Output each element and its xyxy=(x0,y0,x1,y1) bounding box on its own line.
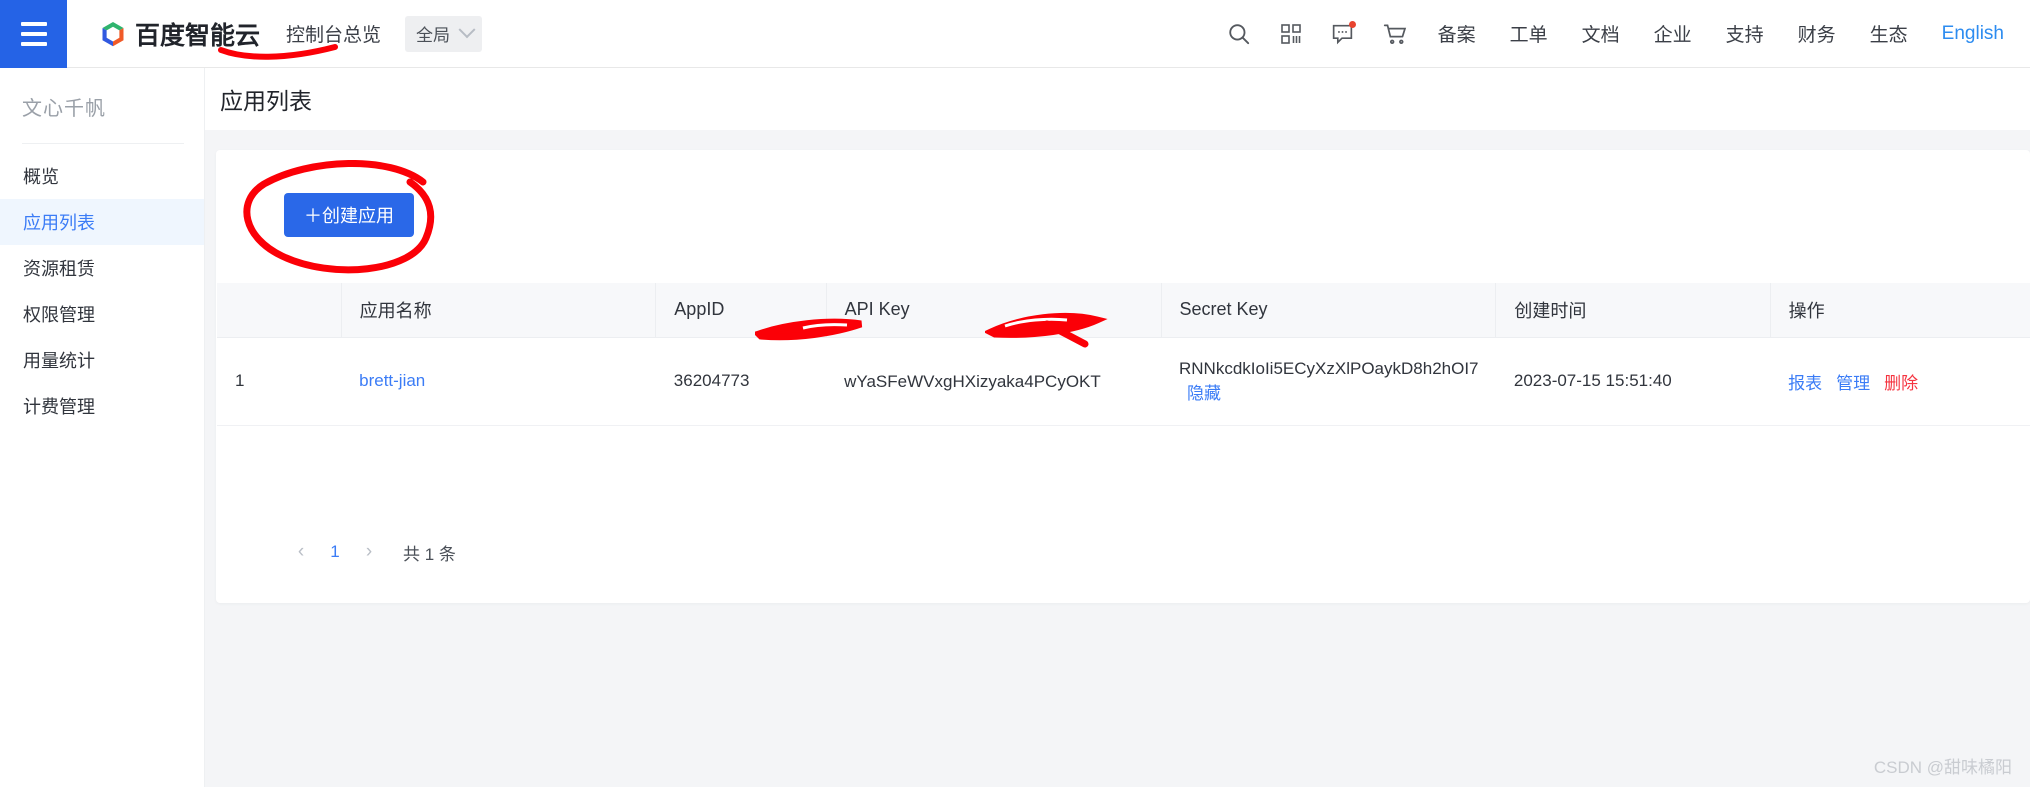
header-link-ecology[interactable]: 生态 xyxy=(1853,20,1925,47)
op-report-link[interactable]: 报表 xyxy=(1788,374,1822,393)
region-select-value: 全局 xyxy=(416,26,451,45)
sidebar-item-app-list[interactable]: 应用列表 xyxy=(0,199,204,245)
th-secret-key: Secret Key xyxy=(1161,283,1497,338)
header-link-finance[interactable]: 财务 xyxy=(1781,20,1853,47)
cell-index: 1 xyxy=(217,337,342,426)
th-appid: AppID xyxy=(655,283,827,338)
app-list-card: ＋创建应用 应用名称 AppID API Key Secret Key 创建时间… xyxy=(216,150,2030,603)
th-created: 创建时间 xyxy=(1495,283,1771,338)
sidebar-item-label: 应用列表 xyxy=(23,213,95,233)
pagination-total-label: 共 1 条 xyxy=(403,544,456,564)
sidebar-item-permission[interactable]: 权限管理 xyxy=(0,291,204,337)
header-actions: 备案 工单 文档 企业 支持 财务 生态 English xyxy=(1213,12,2030,56)
th-app-name: 应用名称 xyxy=(341,283,657,338)
cell-appid: 36204773 xyxy=(655,337,827,426)
hamburger-bar xyxy=(20,31,47,36)
sidebar-item-label: 资源租赁 xyxy=(23,259,95,279)
header-link-gongdan[interactable]: 工单 xyxy=(1493,20,1565,47)
pagination-next-button[interactable]: › xyxy=(352,535,386,569)
hamburger-menu-icon[interactable] xyxy=(0,0,67,68)
table-body: 1 brett-jian 36204773 wYaSFeWVxgHXizyaka… xyxy=(217,337,2030,426)
header-link-docs[interactable]: 文档 xyxy=(1565,20,1637,47)
sidebar-menu: 概览 应用列表 资源租赁 权限管理 用量统计 计费管理 xyxy=(0,153,204,429)
app-table-container: 应用名称 AppID API Key Secret Key 创建时间 操作 1 … xyxy=(217,283,2030,426)
sidebar-item-label: 权限管理 xyxy=(23,305,95,325)
sidebar-divider xyxy=(22,143,184,144)
header-link-support[interactable]: 支持 xyxy=(1709,20,1781,47)
hamburger-bar xyxy=(20,41,47,46)
sidebar-item-label: 概览 xyxy=(23,167,59,187)
op-manage-link[interactable]: 管理 xyxy=(1836,374,1870,393)
search-icon[interactable] xyxy=(1213,12,1265,56)
page-header: 应用列表 xyxy=(205,68,2030,130)
secret-key-hide-link[interactable]: 隐藏 xyxy=(1187,384,1221,403)
message-unread-badge xyxy=(1348,20,1356,28)
sidebar-item-usage-stats[interactable]: 用量统计 xyxy=(0,337,204,383)
cell-created-time: 2023-07-15 15:51:40 xyxy=(1495,337,1771,426)
pagination-page-1[interactable]: 1 xyxy=(318,535,352,569)
header-link-enterprise[interactable]: 企业 xyxy=(1637,20,1709,47)
table-row: 1 brett-jian 36204773 wYaSFeWVxgHXizyaka… xyxy=(217,337,2030,426)
sidebar-item-resource-lease[interactable]: 资源租赁 xyxy=(0,245,204,291)
secret-key-value: RNNkcdkIoIi5ECyXzXlPOaykD8h2hOI7 xyxy=(1179,359,1479,378)
cart-icon[interactable] xyxy=(1369,12,1421,56)
sidebar-title: 文心千帆 xyxy=(22,98,106,120)
app-table: 应用名称 AppID API Key Secret Key 创建时间 操作 1 … xyxy=(217,283,2030,426)
op-delete-link[interactable]: 删除 xyxy=(1884,374,1918,393)
baidu-cloud-logo-icon xyxy=(102,21,124,46)
sidebar-item-billing[interactable]: 计费管理 xyxy=(0,383,204,429)
cell-api-key: wYaSFeWVxgHXizyaka4PCyOKT xyxy=(826,337,1161,426)
sidebar-item-label: 用量统计 xyxy=(23,351,95,371)
main-content: 应用列表 ＋创建应用 应用名称 AppID API Key Secret Key… xyxy=(205,68,2030,787)
top-header: 百度智能云 控制台总览 全局 备案 工单 文档 企业 支持 财务 生态 Engl… xyxy=(0,0,2030,68)
table-header-row: 应用名称 AppID API Key Secret Key 创建时间 操作 xyxy=(217,283,2030,338)
table-header: 应用名称 AppID API Key Secret Key 创建时间 操作 xyxy=(217,283,2030,338)
region-select[interactable]: 全局 xyxy=(405,15,483,52)
th-operation: 操作 xyxy=(1770,283,2030,338)
header-link-beian[interactable]: 备案 xyxy=(1421,20,1493,47)
brand-logo-group[interactable]: 百度智能云 xyxy=(98,16,260,52)
message-icon[interactable] xyxy=(1317,12,1369,56)
sidebar-item-overview[interactable]: 概览 xyxy=(0,153,204,199)
watermark: CSDN @甜味橘阳 xyxy=(1873,758,2012,777)
page-title: 应用列表 xyxy=(220,88,312,114)
pagination-prev-button[interactable]: ‹ xyxy=(284,535,318,569)
th-index xyxy=(217,283,342,338)
app-name-link[interactable]: brett-jian xyxy=(359,371,425,390)
brand-name: 百度智能云 xyxy=(135,21,261,50)
cell-operations: 报表 管理 删除 xyxy=(1770,337,2030,426)
pagination: ‹ 1 › 共 1 条 xyxy=(284,535,456,569)
apps-grid-icon[interactable] xyxy=(1265,12,1317,56)
th-api-key: API Key xyxy=(826,283,1162,338)
console-overview-link[interactable]: 控制台总览 xyxy=(286,20,381,47)
chevron-down-icon xyxy=(458,20,476,38)
cell-app-name: brett-jian xyxy=(341,337,656,426)
sidebar: 文心千帆 概览 应用列表 资源租赁 权限管理 用量统计 计费管理 xyxy=(0,68,205,787)
create-app-button[interactable]: ＋创建应用 xyxy=(284,193,414,237)
cell-secret-key: RNNkcdkIoIi5ECyXzXlPOaykD8h2hOI7 隐藏 xyxy=(1161,337,1496,426)
language-switch-link[interactable]: English xyxy=(1925,23,2008,45)
hamburger-bar xyxy=(20,21,47,26)
sidebar-item-label: 计费管理 xyxy=(23,397,95,417)
